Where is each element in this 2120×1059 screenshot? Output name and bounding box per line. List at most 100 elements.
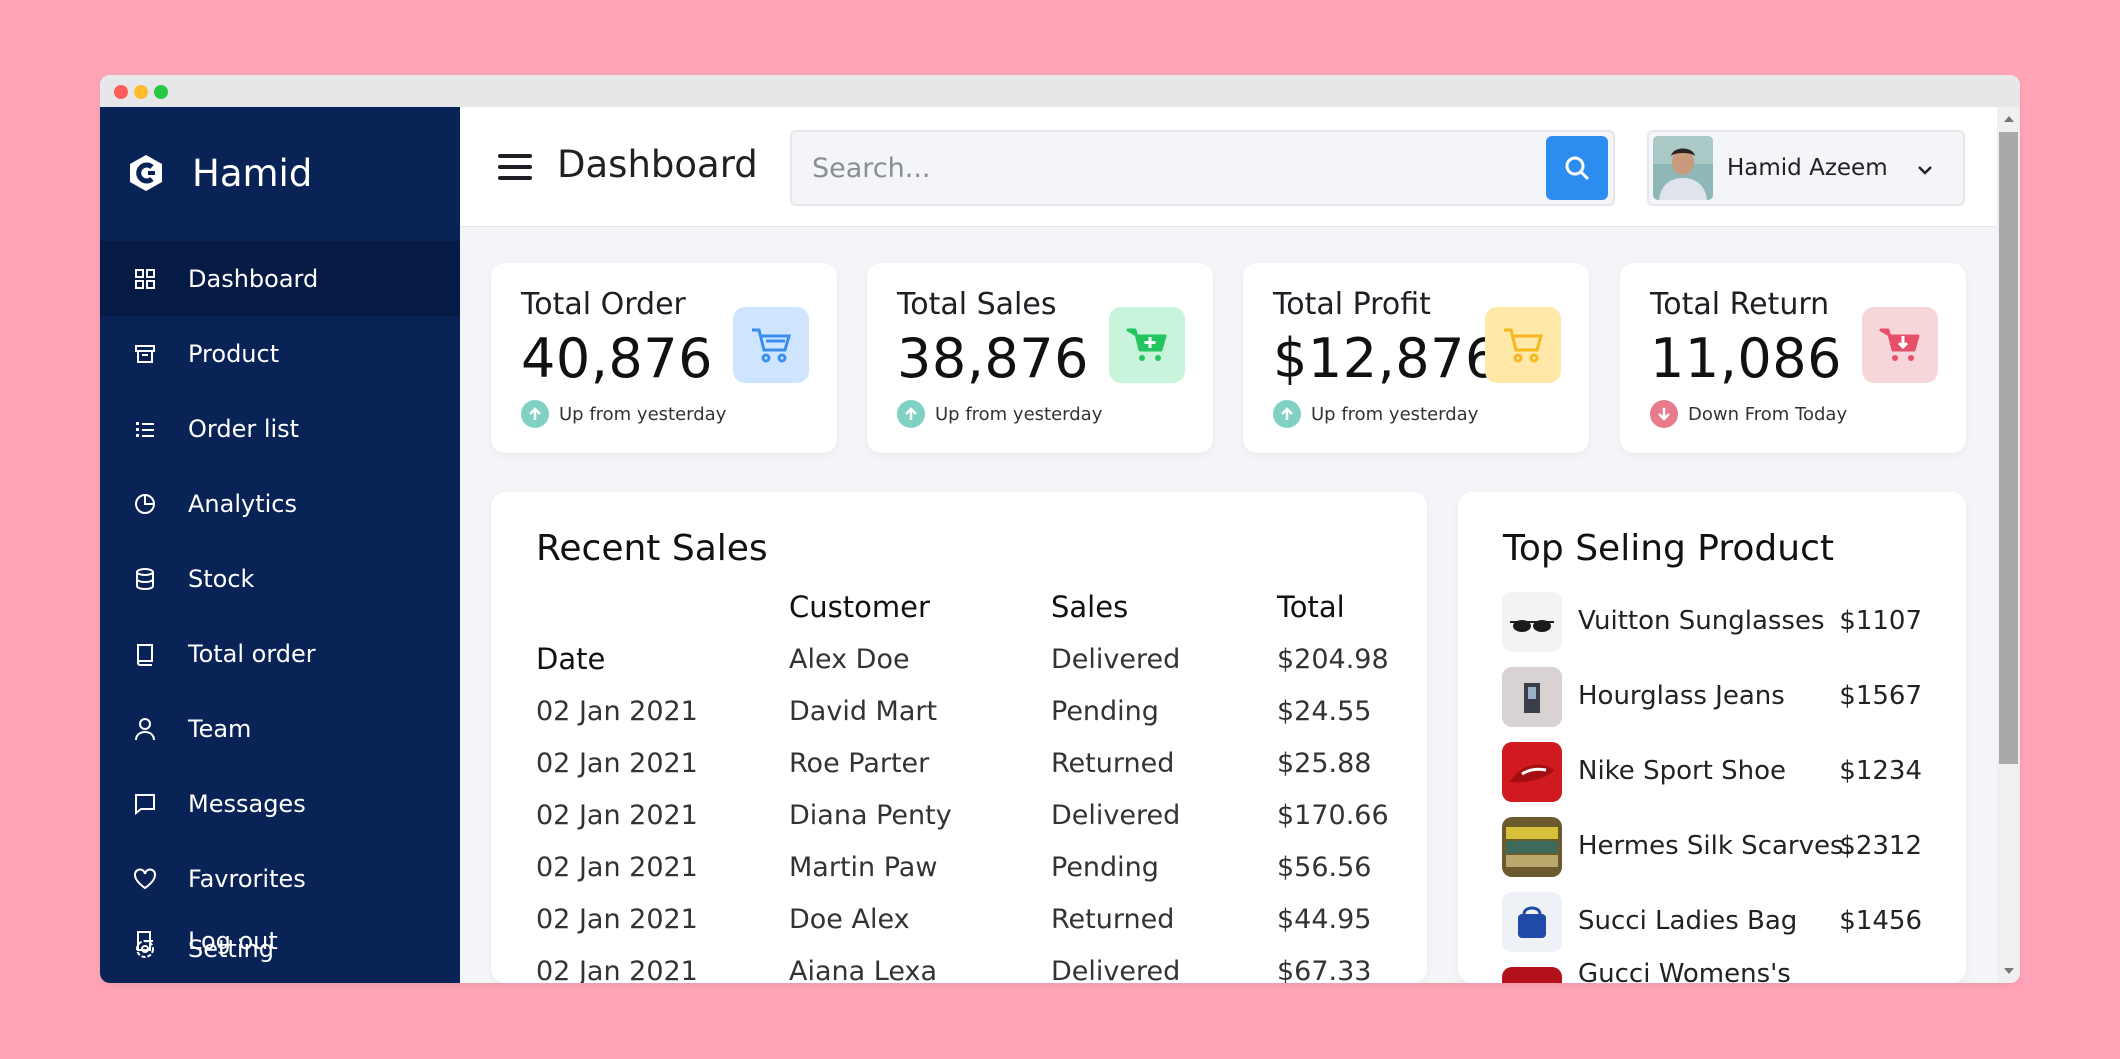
cell-total: $44.95: [1277, 904, 1372, 935]
cell-date: 02 Jan 2021: [536, 852, 698, 883]
cell-total: $170.66: [1277, 800, 1389, 831]
sidebar-item-total-order[interactable]: Total order: [100, 616, 460, 691]
cell-total: $204.98: [1277, 644, 1389, 675]
sidebar-nav: Dashboard Product Order list Analytics S…: [100, 241, 460, 916]
message-icon: [132, 791, 158, 817]
cell-customer: Doe Alex: [789, 904, 910, 935]
arrow-up-icon: [521, 400, 549, 428]
stat-card-total-sales: Total Sales 38,876 Up from yesterday: [867, 263, 1213, 453]
sidebar-item-label: Dashboard: [188, 264, 319, 293]
product-name: Gucci Womens's: [1578, 959, 1791, 983]
product-name: Succi Ladies Bag: [1578, 906, 1798, 936]
product-price: $1456: [1839, 906, 1922, 936]
trend-text: Up from yesterday: [559, 403, 727, 425]
sidebar-item-favorites[interactable]: Favrorites: [100, 841, 460, 916]
brand[interactable]: Hamid: [126, 145, 312, 201]
column-header-customer: Customer: [789, 590, 930, 624]
list-item[interactable]: Vuitton Sunglasses $1107: [1502, 592, 1922, 654]
cell-sales: Delivered: [1051, 644, 1181, 675]
vertical-scrollbar[interactable]: [1997, 107, 2020, 983]
sidebar-item-messages[interactable]: Messages: [100, 766, 460, 841]
cell-sales: Returned: [1051, 904, 1175, 935]
maximize-window-button[interactable]: [154, 85, 168, 99]
pie-chart-icon: [132, 491, 158, 517]
product-thumbnail: [1502, 592, 1562, 652]
sidebar: Hamid Dashboard Product Order list Analy…: [100, 107, 460, 983]
trend-text: Down From Today: [1688, 403, 1848, 425]
top-selling-panel: Top Seling Product Vuitton Sunglasses $1…: [1458, 492, 1966, 983]
logo-icon: [130, 155, 162, 191]
cell-customer: Aiana Lexa: [789, 956, 937, 983]
heart-icon: [132, 866, 158, 892]
gear-icon: [132, 936, 158, 962]
product-price: $1567: [1839, 681, 1922, 711]
list-item[interactable]: Gucci Womens's: [1502, 959, 1922, 983]
scrollbar-thumb[interactable]: [1999, 132, 2018, 764]
chevron-down-icon: [1918, 166, 1932, 175]
sidebar-item-stock[interactable]: Stock: [100, 541, 460, 616]
browser-window: Hamid Dashboard Product Order list Analy…: [100, 75, 2020, 983]
close-window-button[interactable]: [114, 85, 128, 99]
search-button[interactable]: [1546, 136, 1608, 200]
card-trend: Up from yesterday: [1273, 400, 1478, 428]
cell-total: $25.88: [1277, 748, 1372, 779]
search-bar: [790, 130, 1615, 206]
arrow-down-icon: [1650, 400, 1678, 428]
product-name: Vuitton Sunglasses: [1578, 606, 1825, 636]
list-item[interactable]: Hermes Silk Scarves. $2312: [1502, 817, 1922, 879]
cell-date: 02 Jan 2021: [536, 904, 698, 935]
cart-add-icon: [1109, 307, 1185, 383]
product-price: $2312: [1839, 831, 1922, 861]
cart-icon: [1485, 307, 1561, 383]
cell-total: $67.33: [1277, 956, 1372, 983]
stat-card-total-profit: Total Profit $12,876 Up from yesterday: [1243, 263, 1589, 453]
cell-sales: Pending: [1051, 696, 1159, 727]
user-profile-dropdown[interactable]: Hamid Azeem: [1647, 130, 1965, 206]
cell-customer: David Mart: [789, 696, 938, 727]
card-value: 38,876: [897, 327, 1089, 390]
sidebar-item-label: Favrorites: [188, 864, 306, 893]
sidebar-item-analytics[interactable]: Analytics: [100, 466, 460, 541]
cell-customer: Alex Doe: [789, 644, 910, 675]
setting-label: Setting: [188, 935, 274, 963]
page-title: Dashboard: [557, 143, 758, 186]
trend-text: Up from yesterday: [1311, 403, 1479, 425]
card-title: Total Profit: [1273, 287, 1431, 322]
cell-sales: Delivered: [1051, 956, 1181, 983]
brand-name: Hamid: [192, 151, 313, 195]
cart-remove-icon: [1862, 307, 1938, 383]
sidebar-item-setting[interactable]: Setting: [132, 935, 274, 963]
scroll-up-icon[interactable]: [2003, 113, 2015, 125]
minimize-window-button[interactable]: [134, 85, 148, 99]
column-header-sales: Sales: [1051, 590, 1129, 624]
product-thumbnail: [1502, 742, 1562, 802]
sidebar-item-label: Order list: [188, 414, 300, 443]
product-name: Hermes Silk Scarves.: [1578, 831, 1852, 861]
sidebar-item-dashboard[interactable]: Dashboard: [100, 241, 460, 316]
cell-customer: Martin Paw: [789, 852, 938, 883]
list-item[interactable]: Hourglass Jeans $1567: [1502, 667, 1922, 729]
database-icon: [132, 566, 158, 592]
cell-date: 02 Jan 2021: [536, 800, 698, 831]
sidebar-item-team[interactable]: Team: [100, 691, 460, 766]
search-input[interactable]: [812, 148, 1532, 188]
arrow-up-icon: [1273, 400, 1301, 428]
sidebar-item-product[interactable]: Product: [100, 316, 460, 391]
stat-card-total-order: Total Order 40,876 Up from yesterday: [491, 263, 837, 453]
product-thumbnail: [1502, 967, 1562, 983]
cell-total: $56.56: [1277, 852, 1372, 883]
scroll-down-icon[interactable]: [2003, 965, 2015, 977]
sidebar-item-label: Stock: [188, 564, 255, 593]
list-item[interactable]: Nike Sport Shoe $1234: [1502, 742, 1922, 804]
sidebar-item-order-list[interactable]: Order list: [100, 391, 460, 466]
list-item[interactable]: Succi Ladies Bag $1456: [1502, 892, 1922, 954]
top-bar: Dashboard Hamid Azeem: [460, 107, 1997, 227]
menu-toggle-icon[interactable]: [498, 154, 532, 180]
trend-text: Up from yesterday: [935, 403, 1103, 425]
window-titlebar: [100, 75, 2020, 107]
sidebar-footer: Log out Setting: [132, 927, 432, 973]
book-icon: [132, 641, 158, 667]
stat-card-total-return: Total Return 11,086 Down From Today: [1620, 263, 1966, 453]
cell-sales: Delivered: [1051, 800, 1181, 831]
product-thumbnail: [1502, 892, 1562, 952]
